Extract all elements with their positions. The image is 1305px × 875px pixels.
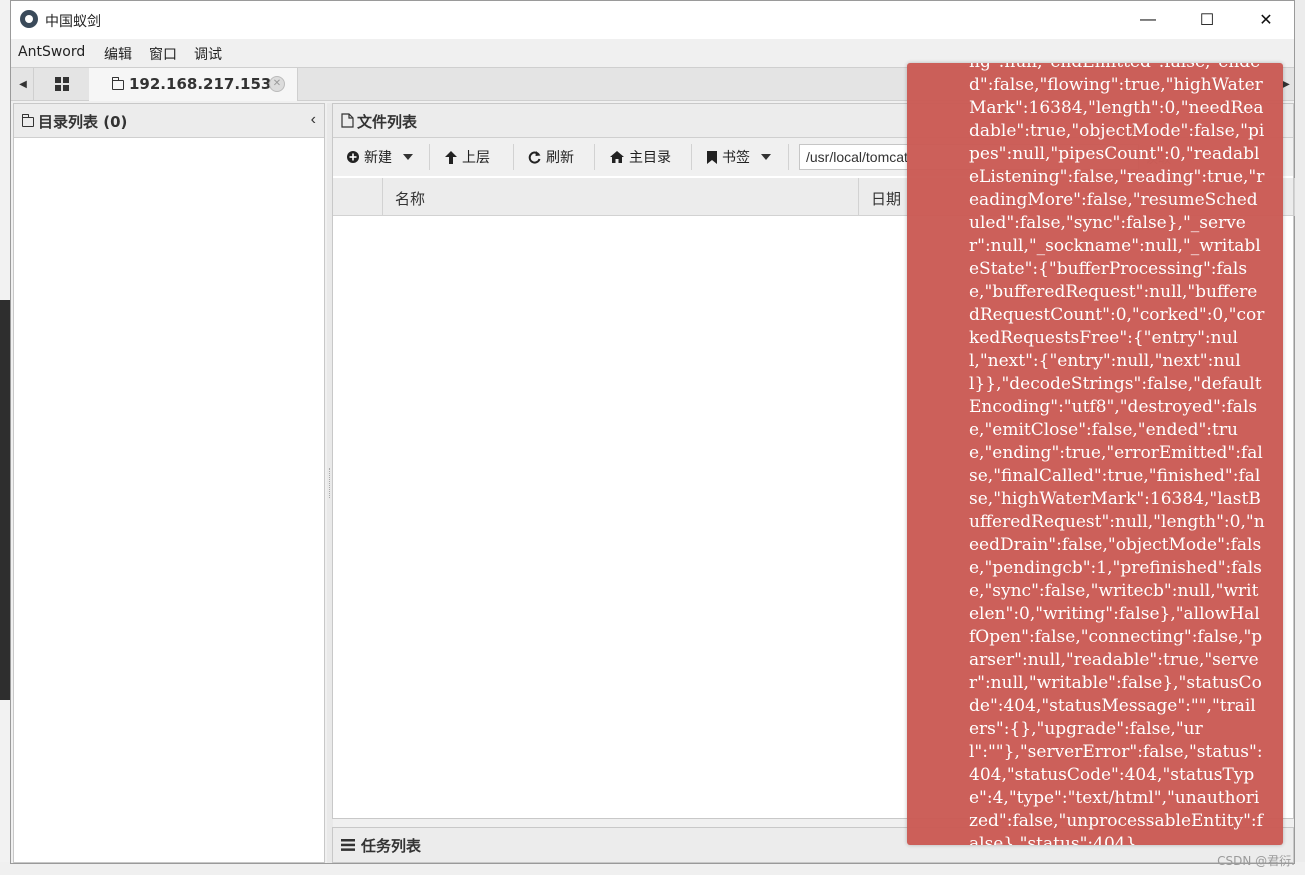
directory-panel-header: 目录列表 (0) ‹ xyxy=(14,104,324,138)
toolbar-separator xyxy=(429,144,430,170)
refresh-button-label: 刷新 xyxy=(546,150,574,166)
refresh-icon xyxy=(528,150,541,163)
tab-label: 192.168.217.153 xyxy=(129,75,272,93)
collapse-left-icon[interactable]: ‹ xyxy=(311,111,316,129)
antsword-logo-icon xyxy=(20,10,38,28)
grid-column-name[interactable]: 名称 xyxy=(383,178,859,216)
folder-icon xyxy=(22,114,34,127)
maximize-icon: ☐ xyxy=(1199,12,1215,29)
toolbar-separator xyxy=(594,144,595,170)
tab-close-icon[interactable]: ✕ xyxy=(269,76,285,92)
window-title: 中国蚁剑 xyxy=(45,14,101,30)
directory-panel: 目录列表 (0) ‹ xyxy=(13,103,325,863)
task-panel-title: 任务列表 xyxy=(361,837,422,855)
directory-panel-title: 目录列表 (0) xyxy=(38,113,128,131)
new-button[interactable]: 新建 xyxy=(347,145,413,169)
folder-icon xyxy=(112,77,124,90)
plus-circle-icon xyxy=(347,151,359,163)
toolbar-separator xyxy=(691,144,692,170)
home-dir-button-label: 主目录 xyxy=(629,150,671,166)
menu-window[interactable]: 窗口 xyxy=(149,44,177,64)
close-button[interactable]: ✕ xyxy=(1237,1,1295,39)
refresh-button[interactable]: 刷新 xyxy=(528,145,574,169)
file-panel-title: 文件列表 xyxy=(357,113,418,131)
desktop-background-right xyxy=(1295,0,1305,875)
grid-icon xyxy=(55,77,69,91)
menu-debug[interactable]: 调试 xyxy=(194,44,222,64)
up-button[interactable]: 上层 xyxy=(445,145,490,169)
tab-home[interactable] xyxy=(33,68,91,100)
minimize-button[interactable]: — xyxy=(1119,1,1177,39)
toolbar-separator xyxy=(513,144,514,170)
watermark: CSDN @君衍. xyxy=(1217,854,1295,868)
menu-edit[interactable]: 编辑 xyxy=(104,44,132,64)
bookmark-button-label: 书签 xyxy=(722,150,750,166)
title-bar: 中国蚁剑 — ☐ ✕ xyxy=(11,1,1294,39)
arrow-up-icon xyxy=(445,150,457,164)
bookmark-button[interactable]: 书签 xyxy=(707,145,771,169)
file-icon xyxy=(341,113,354,128)
error-message: ng":null,"endEmitted":false,"ended":fals… xyxy=(969,63,1265,845)
tab-shell-session[interactable]: 192.168.217.153 ✕ xyxy=(89,68,298,101)
caret-down-icon xyxy=(403,154,413,160)
caret-down-icon xyxy=(761,154,771,160)
maximize-button[interactable]: ☐ xyxy=(1178,1,1236,39)
desktop-background-editor xyxy=(0,300,10,700)
list-icon xyxy=(341,839,355,851)
home-dir-button[interactable]: 主目录 xyxy=(610,145,671,169)
home-icon xyxy=(610,151,624,163)
bookmark-icon xyxy=(707,150,717,164)
new-button-label: 新建 xyxy=(364,150,392,166)
error-notification[interactable]: ng":null,"endEmitted":false,"ended":fals… xyxy=(907,63,1283,845)
tab-scroll-left-icon[interactable]: ◀ xyxy=(13,68,33,100)
toolbar-separator xyxy=(788,144,789,170)
up-button-label: 上层 xyxy=(462,150,490,166)
menu-antsword[interactable]: AntSword xyxy=(18,44,85,60)
close-icon: ✕ xyxy=(1259,12,1273,29)
grid-column-icon xyxy=(333,178,383,216)
minimize-icon: — xyxy=(1140,11,1156,28)
